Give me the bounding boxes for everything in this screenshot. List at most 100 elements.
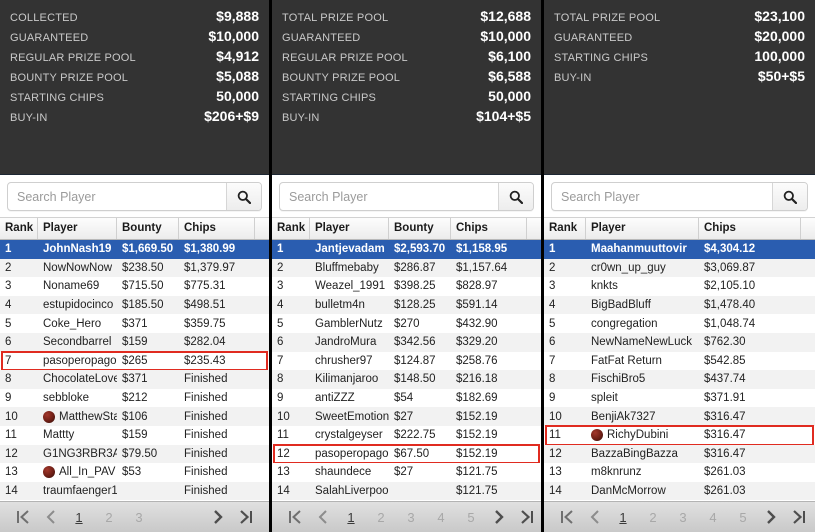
- first-page-icon[interactable]: [282, 505, 308, 529]
- player-avatar-icon: [43, 410, 55, 423]
- cell-rank: 4: [277, 299, 284, 312]
- table-row[interactable]: 6 JandroMura $342.56 $329.20: [272, 332, 541, 352]
- page-number-2[interactable]: 2: [94, 505, 124, 529]
- search-input[interactable]: [552, 183, 772, 210]
- prev-page-icon[interactable]: [38, 505, 64, 529]
- page-number-2[interactable]: 2: [366, 505, 396, 529]
- table-row[interactable]: 8 FischiBro5 $437.74: [544, 370, 815, 389]
- last-page-icon[interactable]: [786, 505, 812, 529]
- page-number-5[interactable]: 5: [728, 505, 758, 529]
- column-header-player[interactable]: Player: [38, 218, 117, 239]
- table-row[interactable]: 11 RichyDubini $316.47: [544, 424, 815, 446]
- table-row[interactable]: 10 SweetEmotion $27 $152.19: [272, 407, 541, 426]
- table-row[interactable]: 3 Weazel_1991 $398.25 $828.97: [272, 277, 541, 296]
- table-row[interactable]: 13 m8knrunz $261.03: [544, 463, 815, 482]
- table-row[interactable]: 7 pasoperopago $265 $235.43: [0, 350, 269, 371]
- column-header-rank[interactable]: Rank: [0, 218, 38, 239]
- search-input[interactable]: [8, 183, 226, 210]
- table-row[interactable]: 11 Mattty $159 Finished: [0, 425, 269, 445]
- page-number-1[interactable]: 1: [608, 505, 638, 529]
- cell-player: Jantjevadam: [310, 243, 389, 255]
- table-row[interactable]: 5 Coke_Hero $371 $359.75: [0, 314, 269, 333]
- pagination-left-group: [282, 505, 336, 529]
- page-number-3[interactable]: 3: [124, 505, 154, 529]
- table-row[interactable]: 14 DanMcMorrow $261.03: [544, 481, 815, 501]
- cell-bounty: $79.50: [122, 447, 158, 460]
- table-row[interactable]: 7 FatFat Return $542.85: [544, 351, 815, 371]
- table-row[interactable]: 3 Noname69 $715.50 $775.31: [0, 277, 269, 296]
- cell-rank: 8: [549, 373, 556, 386]
- column-header-rank[interactable]: Rank: [544, 218, 586, 239]
- table-row[interactable]: 1 Jantjevadam $2,593.70 $1,158.95: [272, 240, 541, 259]
- first-page-icon[interactable]: [554, 505, 580, 529]
- table-row[interactable]: 10 BenjiAk7327 $316.47: [544, 407, 815, 426]
- page-number-3[interactable]: 3: [396, 505, 426, 529]
- column-header-chips[interactable]: Chips: [179, 218, 255, 239]
- column-header-rank[interactable]: Rank: [272, 218, 310, 239]
- cell-rank: 13: [277, 466, 290, 479]
- cell-rank: 2: [277, 261, 284, 274]
- last-page-icon[interactable]: [233, 505, 259, 529]
- next-page-icon[interactable]: [205, 505, 231, 529]
- prev-page-icon[interactable]: [310, 505, 336, 529]
- column-header-bounty[interactable]: Bounty: [117, 218, 179, 239]
- column-header-player[interactable]: Player: [310, 218, 389, 239]
- table-row[interactable]: 9 spleit $371.91: [544, 388, 815, 408]
- table-row[interactable]: 7 chrusher97 $124.87 $258.76: [272, 351, 541, 371]
- table-row[interactable]: 11 crystalgeyser $222.75 $152.19: [272, 425, 541, 445]
- page-number-3[interactable]: 3: [668, 505, 698, 529]
- page-number-2[interactable]: 2: [638, 505, 668, 529]
- column-header-bounty[interactable]: Bounty: [389, 218, 451, 239]
- page-number-4[interactable]: 4: [426, 505, 456, 529]
- table-row[interactable]: 2 NowNowNow $238.50 $1,379.97: [0, 258, 269, 278]
- tournament-panel-3: TOTAL PRIZE POOL $23,100 GUARANTEED $20,000…: [544, 0, 815, 532]
- search-button[interactable]: [226, 183, 261, 210]
- table-row[interactable]: 14 SalahLiverpool $121.75: [272, 481, 541, 501]
- table-row[interactable]: 5 congregation $1,048.74: [544, 314, 815, 333]
- table-row[interactable]: 5 GamblerNutz $270 $432.90: [272, 314, 541, 333]
- search-button[interactable]: [772, 183, 807, 210]
- first-page-icon[interactable]: [10, 505, 36, 529]
- stat-row: STARTING CHIPS 100,000: [552, 46, 807, 66]
- stat-label: GUARANTEED: [554, 32, 633, 44]
- table-row[interactable]: 4 BigBadBluff $1,478.40: [544, 295, 815, 315]
- table-row[interactable]: 10 MatthewStaples $106 Finished: [0, 407, 269, 426]
- column-header-chips[interactable]: Chips: [451, 218, 527, 239]
- table-row[interactable]: 13 All_In_PAV $53 Finished: [0, 463, 269, 482]
- table-row[interactable]: 4 bulletm4n $128.25 $591.14: [272, 295, 541, 315]
- player-name: ChocolateLover: [43, 373, 117, 386]
- column-header-chips[interactable]: Chips: [699, 218, 801, 239]
- page-number-4[interactable]: 4: [698, 505, 728, 529]
- cell-bounty: $286.87: [394, 261, 436, 274]
- table-row[interactable]: 12 BazzaBingBazza $316.47: [544, 444, 815, 464]
- table-row[interactable]: 12 G1NG3RBR3ADMAN $79.50 Finished: [0, 444, 269, 464]
- column-header-player[interactable]: Player: [586, 218, 699, 239]
- table-row[interactable]: 6 NewNameNewLuck $762.30: [544, 332, 815, 352]
- next-page-icon[interactable]: [486, 505, 512, 529]
- table-row[interactable]: 8 ChocolateLover $371 Finished: [0, 370, 269, 389]
- stat-value: $9,888: [216, 8, 259, 24]
- cell-rank: 11: [549, 429, 561, 442]
- page-number-1[interactable]: 1: [336, 505, 366, 529]
- table-row[interactable]: 2 cr0wn_up_guy $3,069.87: [544, 258, 815, 278]
- table-row[interactable]: 2 Bluffmebaby $286.87 $1,157.64: [272, 258, 541, 278]
- table-row[interactable]: 3 knkts $2,105.10: [544, 277, 815, 296]
- table-row[interactable]: 9 antiZZZ $54 $182.69: [272, 388, 541, 408]
- table-row[interactable]: 14 traumfaenger1 Finished: [0, 481, 269, 501]
- cell-chips: $316.47: [704, 410, 746, 423]
- table-row[interactable]: 8 Kilimanjaroo $148.50 $216.18: [272, 370, 541, 389]
- table-row[interactable]: 4 estupidocinco $185.50 $498.51: [0, 295, 269, 315]
- next-page-icon[interactable]: [758, 505, 784, 529]
- search-input[interactable]: [280, 183, 498, 210]
- prev-page-icon[interactable]: [582, 505, 608, 529]
- search-button[interactable]: [498, 183, 533, 210]
- table-row[interactable]: 13 shaundece $27 $121.75: [272, 463, 541, 482]
- table-row[interactable]: 9 sebbloke $212 Finished: [0, 388, 269, 408]
- table-row[interactable]: 6 Secondbarrel $159 $282.04: [0, 332, 269, 352]
- table-row[interactable]: 12 pasoperopago $67.50 $152.19: [272, 443, 541, 464]
- last-page-icon[interactable]: [514, 505, 540, 529]
- table-row[interactable]: 1 JohnNash19 $1,669.50 $1,380.99: [0, 240, 269, 259]
- page-number-1[interactable]: 1: [64, 505, 94, 529]
- table-row[interactable]: 1 Maahanmuuttovir $4,304.12: [544, 240, 815, 259]
- page-number-5[interactable]: 5: [456, 505, 486, 529]
